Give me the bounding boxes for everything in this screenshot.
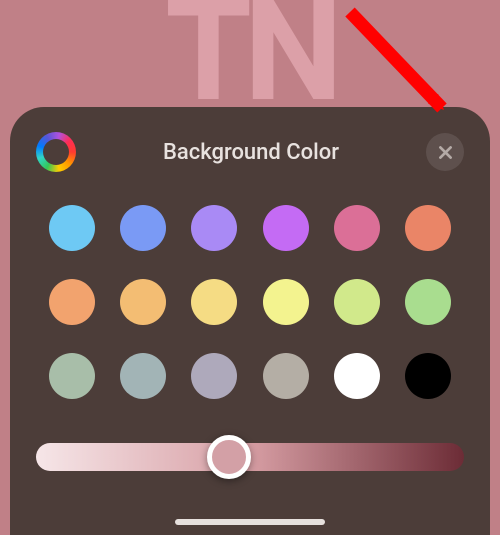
swatch-3[interactable] [263,205,309,251]
swatch-14[interactable] [191,353,237,399]
swatch-4[interactable] [334,205,380,251]
tint-slider[interactable] [36,437,464,477]
close-button[interactable] [426,133,464,171]
home-indicator[interactable] [175,519,325,525]
swatch-0[interactable] [49,205,95,251]
swatch-10[interactable] [334,279,380,325]
color-picker-sheet: Background Color [10,107,490,535]
swatch-7[interactable] [120,279,166,325]
sheet-header: Background Color [36,127,464,177]
close-icon [437,144,454,161]
swatch-6[interactable] [49,279,95,325]
swatch-2[interactable] [191,205,237,251]
swatch-17[interactable] [405,353,451,399]
swatch-12[interactable] [49,353,95,399]
sheet-title: Background Color [76,140,426,165]
swatch-13[interactable] [120,353,166,399]
swatch-9[interactable] [263,279,309,325]
swatch-1[interactable] [120,205,166,251]
color-wheel-button[interactable] [36,132,76,172]
swatch-8[interactable] [191,279,237,325]
slider-thumb[interactable] [207,435,251,479]
swatch-16[interactable] [334,353,380,399]
swatch-15[interactable] [263,353,309,399]
swatch-5[interactable] [405,205,451,251]
swatch-11[interactable] [405,279,451,325]
swatch-grid [36,205,464,399]
